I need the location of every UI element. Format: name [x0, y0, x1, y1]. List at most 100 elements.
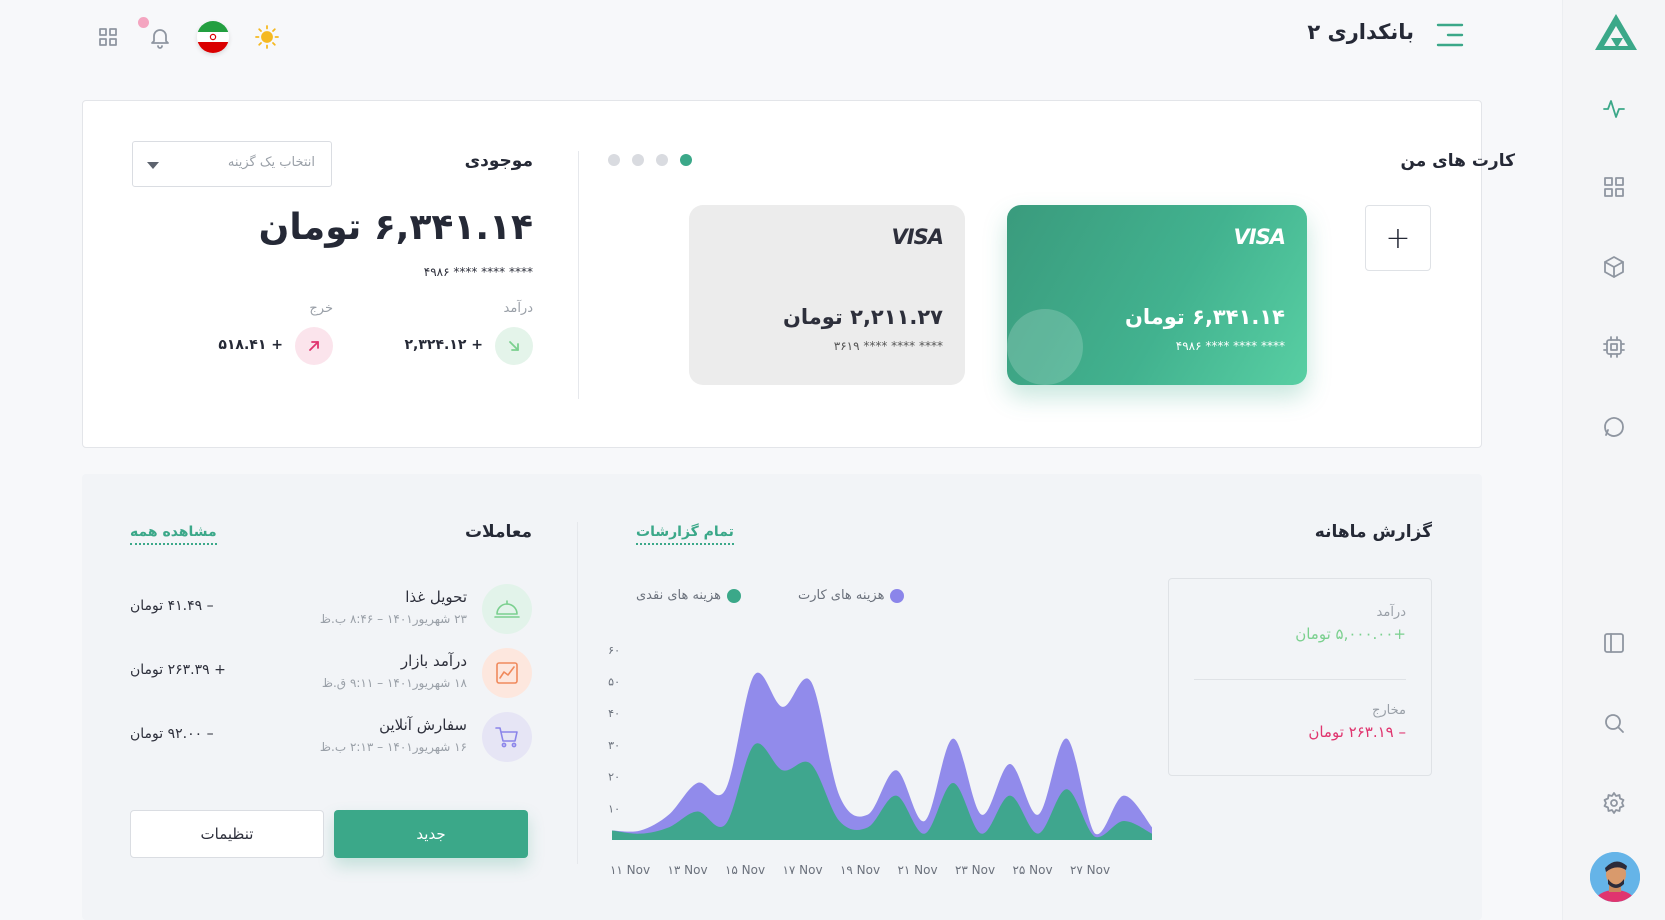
x-tick-label: ۲۷ Nov	[1070, 863, 1110, 877]
side-rail	[1562, 0, 1665, 920]
transaction-date: ۱۸ شهریور۱۴۰۱ – ۹:۱۱ ق.ظ	[321, 676, 467, 690]
x-tick-label: ۱۱ Nov	[610, 863, 650, 877]
card-decoration	[1007, 309, 1083, 385]
expense-label: خرج	[309, 301, 333, 316]
transaction-date: ۲۳ شهریور۱۴۰۱ – ۸:۴۶ ب.ظ	[319, 612, 467, 626]
transaction-amount: + ۲۶۳.۳۹ تومان	[130, 662, 226, 678]
transaction-amount: – ۹۲.۰۰ تومان	[130, 726, 214, 742]
summary-expense-value: – ۲۶۳.۱۹ تومان	[1308, 723, 1406, 741]
card-amount: ۶,۳۴۱.۱۴ تومان	[1124, 305, 1285, 329]
balance-amount: ۶,۳۴۱.۱۴ تومان	[258, 207, 533, 248]
transaction-title: تحویل غذا	[405, 588, 467, 606]
transactions-title: معاملات	[464, 522, 532, 542]
select-placeholder: انتخاب یک گزینه	[227, 155, 315, 170]
panel-divider	[577, 522, 578, 864]
x-tick-label: ۱۷ Nov	[782, 863, 822, 877]
settings-button[interactable]: تنظیمات	[130, 810, 324, 858]
settings-gear-icon[interactable]	[1597, 786, 1631, 820]
legend-cash-expenses: هزینه های نقدی	[636, 588, 741, 603]
search-icon[interactable]	[1597, 706, 1631, 740]
transaction-title: سفارش آنلاین	[379, 716, 467, 734]
pager-dot[interactable]	[656, 154, 668, 166]
legend-label: هزینه های نقدی	[636, 588, 721, 603]
x-tick-label: ۱۹ Nov	[840, 863, 880, 877]
income-arrow-icon	[495, 327, 533, 365]
x-axis-ticks: ۱۱ Nov ۱۳ Nov ۱۵ Nov ۱۷ Nov ۱۹ Nov ۲۱ Nov ۲۳ N…	[610, 863, 1110, 877]
visa-logo: VISA	[1233, 225, 1286, 249]
app-logo[interactable]	[1593, 12, 1639, 52]
card-number: **** **** **** ۳۶۱۹	[833, 339, 943, 353]
monthly-report-title: گزارش ماهانه	[1314, 522, 1432, 542]
panel-divider	[578, 151, 579, 399]
view-all-link[interactable]: مشاهده همه	[130, 524, 217, 545]
add-card-button[interactable]: +	[1365, 205, 1431, 271]
cards-balance-panel: کارت های من + VISA ۶,۳۴۱.۱۴ تومان **** *…	[82, 100, 1515, 448]
account-select[interactable]: انتخاب یک گزینه	[132, 141, 332, 187]
expense-value: + ۵۱۸.۴۱	[218, 337, 283, 353]
x-tick-label: ۲۳ Nov	[955, 863, 995, 877]
language-flag-icon[interactable]	[197, 21, 229, 53]
food-cloche-icon	[482, 584, 532, 634]
bank-card-secondary[interactable]: VISA ۲,۲۱۱.۲۷ تومان **** **** **** ۳۶۱۹	[689, 205, 965, 385]
y-axis-ticks: ۱۰ ۲۰ ۳۰ ۴۰ ۵۰ ۶۰	[608, 644, 620, 815]
legend-swatch	[727, 588, 741, 603]
balance-title: موجودی	[464, 151, 533, 171]
expense-arrow-icon	[295, 327, 333, 365]
x-tick-label: ۱۵ Nov	[725, 863, 765, 877]
user-avatar[interactable]	[1590, 852, 1640, 902]
all-reports-link[interactable]: تمام گزارشات	[636, 524, 734, 545]
bank-card-primary[interactable]: VISA ۶,۳۴۱.۱۴ تومان **** **** **** ۴۹۸۶	[1007, 205, 1307, 385]
y-tick-label: ۴۰	[608, 707, 620, 720]
pager-dot-active[interactable]	[680, 154, 692, 166]
visa-logo: VISA	[891, 225, 944, 249]
apps-grid-icon[interactable]	[91, 20, 125, 54]
y-tick-label: ۶۰	[608, 644, 620, 657]
grid-icon[interactable]	[1597, 170, 1631, 204]
x-tick-label: ۲۱ Nov	[897, 863, 937, 877]
summary-income-value: +۵,۰۰۰.۰۰ تومان	[1295, 625, 1406, 643]
x-tick-label: ۲۵ Nov	[1012, 863, 1052, 877]
sun-theme-icon[interactable]	[250, 20, 284, 54]
pager-dot[interactable]	[608, 154, 620, 166]
legend-swatch	[890, 588, 905, 603]
y-tick-label: ۵۰	[608, 676, 620, 689]
chevron-down-icon	[147, 162, 159, 169]
pager-dot[interactable]	[632, 154, 644, 166]
activity-icon[interactable]	[1597, 92, 1631, 126]
monthly-area-chart: ۱۰ ۲۰ ۳۰ ۴۰ ۵۰ ۶۰ ۱۱ Nov ۱۳ Nov ۱۵ Nov ۱۷ Nov ۱۹ …	[608, 644, 1152, 877]
summary-divider	[1194, 679, 1406, 680]
reports-transactions-panel: گزارش ماهانه تمام گزارشات هزینه های کارت…	[82, 474, 1482, 920]
transaction-amount: – ۴۱.۴۹ تومان	[130, 598, 214, 614]
box-icon[interactable]	[1597, 250, 1631, 284]
chip-icon[interactable]	[1597, 330, 1631, 364]
y-tick-label: ۱۰	[608, 802, 620, 815]
market-chart-icon	[482, 648, 532, 698]
income-label: درآمد	[503, 301, 533, 316]
transaction-item[interactable]: درآمد بازار ۱۸ شهریور۱۴۰۱ – ۹:۱۱ ق.ظ + ۲…	[130, 648, 532, 704]
notification-dot	[138, 17, 149, 28]
legend-card-expenses: هزینه های کارت	[798, 588, 905, 603]
sidebar-toggle-icon[interactable]	[1597, 626, 1631, 660]
shopping-cart-icon	[482, 712, 532, 762]
menu-icon[interactable]	[1436, 22, 1464, 48]
summary-income-label: درآمد	[1376, 605, 1406, 620]
card-number: **** **** **** ۴۹۸۶	[1175, 339, 1285, 353]
my-cards-title: کارت های من	[1400, 151, 1515, 171]
y-tick-label: ۲۰	[608, 771, 620, 784]
monthly-summary-box: درآمد +۵,۰۰۰.۰۰ تومان مخارج – ۲۶۳.۱۹ توم…	[1168, 578, 1432, 776]
transaction-item[interactable]: تحویل غذا ۲۳ شهریور۱۴۰۱ – ۸:۴۶ ب.ظ – ۴۱.…	[130, 584, 532, 640]
transaction-title: درآمد بازار	[400, 652, 467, 670]
y-tick-label: ۳۰	[608, 739, 620, 752]
transaction-item[interactable]: سفارش آنلاین ۱۶ شهریور۱۴۰۱ – ۲:۱۳ ب.ظ – …	[130, 712, 532, 768]
income-value: + ۲,۳۲۴.۱۲	[404, 337, 483, 353]
page-title: بانکداری ۲	[1307, 20, 1414, 44]
summary-expense-label: مخارج	[1372, 703, 1406, 718]
legend-label: هزینه های کارت	[798, 588, 885, 603]
x-tick-label: ۱۳ Nov	[667, 863, 707, 877]
chat-icon[interactable]	[1597, 410, 1631, 444]
card-amount: ۲,۲۱۱.۲۷ تومان	[782, 305, 943, 329]
balance-card-number: **** **** **** ۴۹۸۶	[423, 265, 533, 279]
transaction-date: ۱۶ شهریور۱۴۰۱ – ۲:۱۳ ب.ظ	[319, 740, 467, 754]
new-button[interactable]: جدید	[334, 810, 528, 858]
card-pager	[608, 154, 692, 166]
